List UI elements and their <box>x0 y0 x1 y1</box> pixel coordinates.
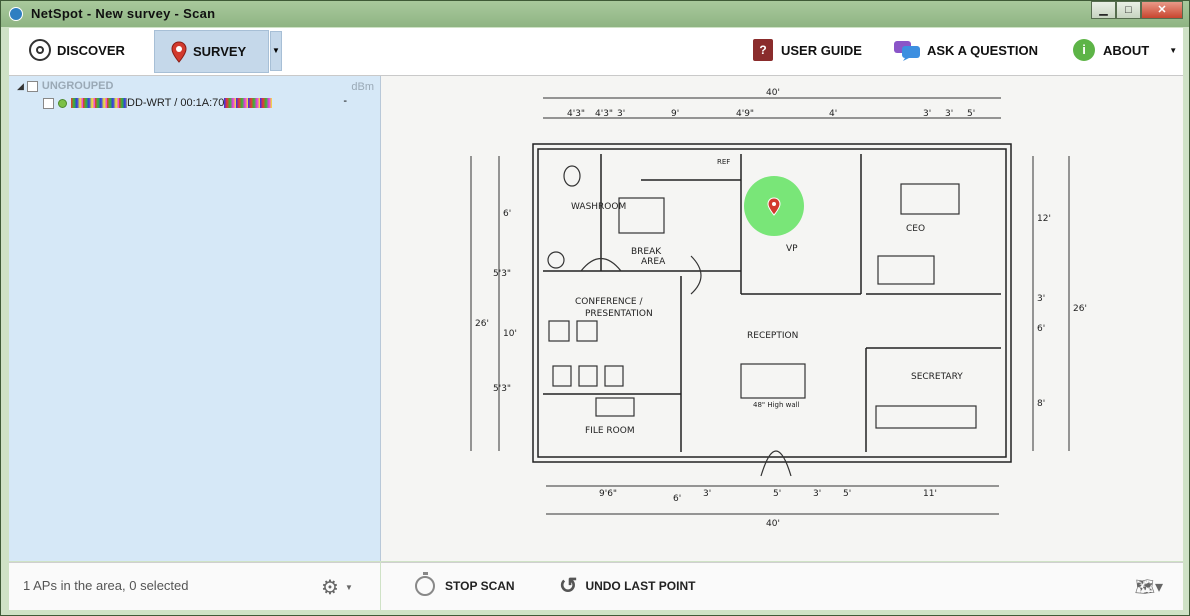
dim-top-9: 5' <box>967 109 975 119</box>
app-window: NetSpot - New survey - Scan ▁ □ ✕ DISCOV… <box>0 0 1190 616</box>
ap-list-panel: ◢ UNGROUPED dBm DD-WRT / 00:1A:70 - <box>9 76 381 561</box>
room-label-presentation: PRESENTATION <box>585 309 653 319</box>
ap-name: DD-WRT / 00:1A:70 <box>127 97 225 109</box>
info-icon: i <box>1073 39 1095 61</box>
floorplan-drawing: WASHROOM BREAK AREA VP CEO CONFERENCE / … <box>470 88 1087 529</box>
map-settings-icon[interactable]: 🗺▾ <box>1135 577 1163 597</box>
netspot-app-icon <box>9 7 23 21</box>
group-label: UNGROUPED <box>41 80 114 92</box>
dim-bottom-7: 11' <box>923 489 937 499</box>
undo-last-point-button[interactable]: ↺ UNDO LAST POINT <box>559 571 695 601</box>
room-label-break: BREAK <box>631 247 662 257</box>
dim-left-4: 5'3" <box>493 384 511 394</box>
ask-question-button[interactable]: ASK A QUESTION <box>893 28 1038 72</box>
survey-dropdown-caret[interactable]: ▼ <box>270 31 282 71</box>
room-label-ceo: CEO <box>906 224 925 234</box>
chat-bubbles-icon <box>894 41 920 61</box>
dbm-column-header: dBm <box>351 81 374 93</box>
settings-caret-icon[interactable]: ▼ <box>345 583 353 592</box>
dim-bottom-2: 6' <box>673 494 681 504</box>
dim-bottom-4: 5' <box>773 489 781 499</box>
group-checkbox[interactable] <box>26 80 38 92</box>
dim-top-7: 3' <box>923 109 931 119</box>
about-caret-icon[interactable]: ▼ <box>1169 46 1177 55</box>
about-button[interactable]: i ABOUT ▼ <box>1073 28 1177 72</box>
dim-left-2: 6' <box>503 209 511 219</box>
annotation-high-wall: 48" High wall <box>753 401 800 409</box>
maximize-button[interactable]: □ <box>1116 1 1141 19</box>
expand-triangle-icon[interactable]: ◢ <box>17 81 24 92</box>
dim-right-4: 6' <box>1037 324 1045 334</box>
ask-question-label: ASK A QUESTION <box>927 42 1038 58</box>
window-controls: ▁ □ ✕ <box>1091 1 1183 19</box>
dim-top-total: 40' <box>766 88 780 98</box>
location-pin-icon <box>171 40 187 63</box>
dim-right-total: 26' <box>1073 304 1087 314</box>
ap-signal-value: - <box>343 95 347 107</box>
stop-scan-label: STOP SCAN <box>445 579 515 593</box>
user-guide-button[interactable]: ? USER GUIDE <box>753 28 862 72</box>
dim-bottom-6: 5' <box>843 489 851 499</box>
room-label-reception: RECEPTION <box>747 331 798 341</box>
room-label-ref: REF <box>717 158 730 166</box>
redacted-mac <box>224 98 273 108</box>
ap-row[interactable]: DD-WRT / 00:1A:70 - <box>43 95 373 111</box>
discover-label: DISCOVER <box>57 42 125 58</box>
about-label: ABOUT <box>1103 42 1150 58</box>
dim-top-5: 4'9" <box>736 109 754 119</box>
floorplan-map[interactable]: WASHROOM BREAK AREA VP CEO CONFERENCE / … <box>381 76 1183 561</box>
dim-top-1: 4'3" <box>567 109 585 119</box>
group-row-ungrouped[interactable]: ◢ UNGROUPED <box>17 78 113 94</box>
stop-scan-button[interactable]: STOP SCAN <box>415 571 515 601</box>
room-label-washroom: WASHROOM <box>571 202 626 212</box>
undo-icon: ↺ <box>559 573 578 598</box>
dim-top-3: 3' <box>617 109 625 119</box>
dim-bottom-total: 40' <box>766 519 780 529</box>
room-label-secretary: SECRETARY <box>911 372 963 382</box>
survey-button[interactable]: SURVEY <box>154 30 269 73</box>
compass-icon <box>29 39 51 61</box>
room-label-area: AREA <box>641 257 666 267</box>
dim-top-8: 3' <box>945 109 953 119</box>
dim-right-1: 12' <box>1037 214 1051 224</box>
close-button[interactable]: ✕ <box>1141 1 1183 19</box>
discover-button[interactable]: DISCOVER <box>29 28 125 72</box>
dim-top-4: 9' <box>671 109 679 119</box>
dim-top-6: 4' <box>829 109 837 119</box>
room-label-vp: VP <box>786 244 798 254</box>
ap-list-footer: 1 APs in the area, 0 selected ⚙ ▼ <box>9 562 380 610</box>
dim-left-3: 5'3" <box>493 269 511 279</box>
title-bar[interactable]: NetSpot - New survey - Scan ▁ □ ✕ <box>1 1 1189 27</box>
minimize-button[interactable]: ▁ <box>1091 1 1116 19</box>
signal-status-icon <box>58 98 67 108</box>
book-icon: ? <box>753 39 773 61</box>
dim-right-2: 8' <box>1037 399 1045 409</box>
user-guide-label: USER GUIDE <box>781 42 862 58</box>
dim-right-3: 3' <box>1037 294 1045 304</box>
survey-label: SURVEY <box>193 44 247 59</box>
dim-top-2: 4'3" <box>595 109 613 119</box>
room-label-file-room: FILE ROOM <box>585 426 635 436</box>
scan-controls-bar: STOP SCAN ↺ UNDO LAST POINT 🗺▾ <box>381 562 1183 610</box>
room-label-conference: CONFERENCE / <box>575 297 643 307</box>
undo-last-point-label: UNDO LAST POINT <box>585 579 696 593</box>
main-toolbar: DISCOVER SURVEY ▼ ? USER GUIDE ASK A QUE… <box>9 28 1183 76</box>
dim-bottom-5: 3' <box>813 489 821 499</box>
dim-bottom-3: 3' <box>703 489 711 499</box>
dim-bottom-1: 9'6" <box>599 489 617 499</box>
ap-count-status: 1 APs in the area, 0 selected <box>23 578 189 593</box>
window-title: NetSpot - New survey - Scan <box>31 6 216 21</box>
ap-checkbox[interactable] <box>43 97 54 109</box>
dim-left-total: 26' <box>475 319 489 329</box>
stopwatch-icon <box>415 572 435 596</box>
dim-left-1: 10' <box>503 329 517 339</box>
redacted-ssid <box>71 98 127 108</box>
gear-icon[interactable]: ⚙ <box>321 575 339 600</box>
